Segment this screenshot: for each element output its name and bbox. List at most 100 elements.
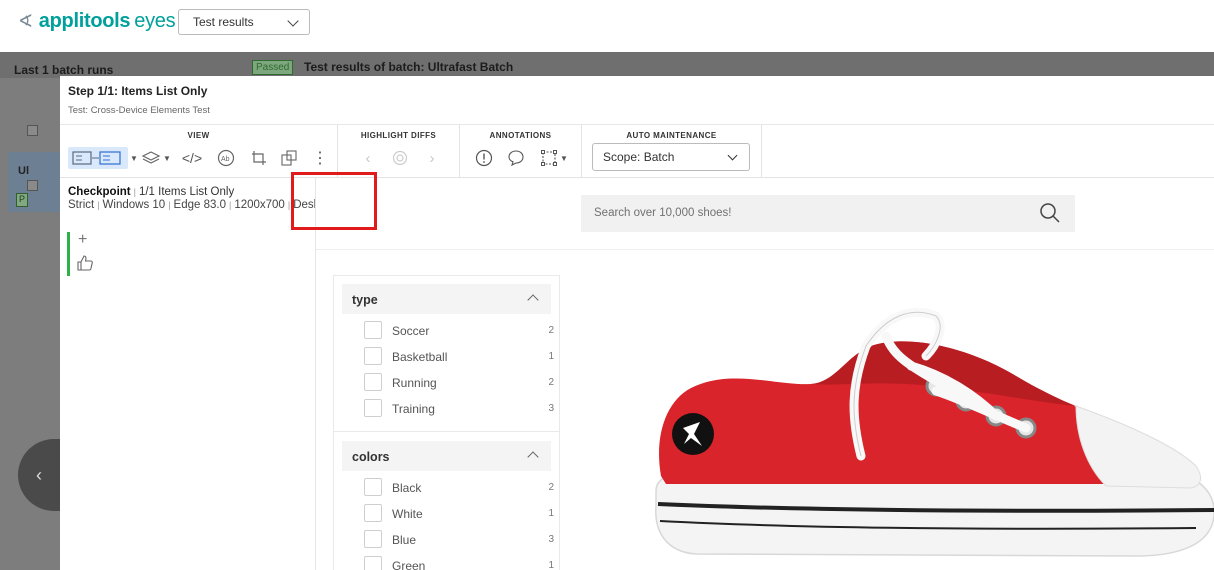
caret-down-icon: ▼ xyxy=(560,153,568,163)
caret-down-icon: ▼ xyxy=(130,153,138,163)
filter-checkbox xyxy=(364,321,382,339)
filter-option: Basketball 1 xyxy=(364,347,554,367)
view-select[interactable]: Test results xyxy=(178,9,310,35)
filter-option-count: 2 xyxy=(548,377,554,388)
crop-button[interactable] xyxy=(246,147,272,169)
divider xyxy=(316,249,1214,250)
thumbs-up-icon[interactable] xyxy=(76,254,94,272)
checkpoint-name: 1/1 Items List Only xyxy=(138,186,235,198)
status-badge: Passed xyxy=(252,60,294,75)
chevron-right-icon: › xyxy=(429,149,435,167)
match-level: Strict xyxy=(68,199,95,211)
target-icon xyxy=(392,150,408,166)
filter-checkbox xyxy=(364,530,382,548)
filter-option-label: Running xyxy=(392,376,437,390)
step-panel: Step 1/1: Items List Only Test: Cross-De… xyxy=(60,76,1214,570)
scope-select-value: Scope: Batch xyxy=(603,150,675,164)
region-tool-button[interactable]: ▼ xyxy=(534,147,574,169)
highlight-diffs-label: HIGHLIGHT DIFFS xyxy=(360,131,437,140)
filter-option-label: Black xyxy=(392,481,422,495)
annotations-label: ANNOTATIONS xyxy=(489,131,552,140)
batch-row-label: Ul xyxy=(18,165,29,177)
checkpoint-screenshot[interactable]: Search over 10,000 shoes! type Soccer 2 B… xyxy=(315,178,1214,570)
caret-down-icon: ▼ xyxy=(163,153,171,163)
filter-option-label: Blue xyxy=(392,533,417,547)
filter-option-count: 1 xyxy=(548,508,554,519)
browser-name: Edge 83.0 xyxy=(173,199,226,211)
layers-icon xyxy=(141,151,161,164)
viewport-size: 1200x700 xyxy=(234,199,285,211)
filter-divider xyxy=(334,431,559,432)
filter-option-label: Soccer xyxy=(392,324,430,338)
filter-option-count: 3 xyxy=(548,403,554,414)
copy-region-button[interactable] xyxy=(276,147,302,169)
toolbar: VIEW ▼ ▼ </> Ab ⋮ HIGHLIGHT DIFFS ‹ › AN… xyxy=(60,124,1214,178)
test-name: Test: Cross-Device Elements Test xyxy=(68,105,210,116)
crop-icon xyxy=(252,151,266,165)
view-group-label: VIEW xyxy=(187,131,210,140)
filter-section-title: colors xyxy=(352,450,390,464)
filter-option: Soccer 2 xyxy=(364,321,554,341)
exclamation-circle-icon xyxy=(475,149,493,167)
filter-option: Black 2 xyxy=(364,478,554,498)
background-header xyxy=(0,52,1214,78)
view-mode-dropdown[interactable]: ▼ xyxy=(128,147,138,169)
chevron-down-icon xyxy=(287,15,299,27)
search-placeholder: Search over 10,000 shoes! xyxy=(594,207,732,219)
add-issue-button[interactable] xyxy=(472,147,496,169)
top-bar: ∢ applitools eyes Test results xyxy=(0,0,1214,44)
search-icon xyxy=(1040,203,1060,223)
add-vote-button[interactable]: + xyxy=(78,231,87,249)
applitools-logo[interactable]: ∢ applitools eyes xyxy=(18,10,176,33)
filter-section-type: type xyxy=(342,284,551,314)
chevron-up-icon xyxy=(527,294,539,306)
shoe-search-box: Search over 10,000 shoes! xyxy=(581,195,1075,232)
filter-option-label: Green xyxy=(392,559,426,570)
previous-diff-button[interactable]: ‹ xyxy=(358,147,378,169)
filter-option-label: Training xyxy=(392,402,435,416)
select-all-checkbox[interactable] xyxy=(27,125,38,136)
layers-button[interactable]: ▼ xyxy=(140,147,172,169)
filter-option: Training 3 xyxy=(364,399,554,419)
filter-option-count: 2 xyxy=(548,325,554,336)
more-options-button[interactable]: ⋮ xyxy=(310,147,330,169)
os-name: Windows 10 xyxy=(102,199,166,211)
highlight-diffs-button[interactable] xyxy=(388,147,412,169)
filter-checkbox xyxy=(364,373,382,391)
logo-text-light: eyes xyxy=(134,10,176,32)
batch-runs-title: Last 1 batch runs xyxy=(14,63,114,77)
filter-checkbox xyxy=(364,556,382,570)
filter-checkbox xyxy=(364,399,382,417)
scope-select[interactable]: Scope: Batch xyxy=(592,143,750,171)
highlight-diffs-group: HIGHLIGHT DIFFS ‹ › xyxy=(338,125,460,178)
filter-checkbox xyxy=(364,478,382,496)
more-vertical-icon: ⋮ xyxy=(312,150,328,167)
side-by-side-icon xyxy=(72,151,121,165)
filter-checkbox xyxy=(364,504,382,522)
code-view-button[interactable]: </> xyxy=(178,147,206,169)
filter-option: Green 1 xyxy=(364,556,554,570)
checkpoint-details: Strict|Windows 10|Edge 83.0|1200x700|Des… xyxy=(68,199,335,211)
filter-option: Blue 3 xyxy=(364,530,554,550)
filter-option: Running 2 xyxy=(364,373,554,393)
region-select-icon xyxy=(541,150,558,166)
chevron-up-icon xyxy=(527,451,539,463)
text-compare-icon: Ab xyxy=(217,149,235,167)
filter-option-count: 1 xyxy=(548,351,554,362)
filter-option-count: 1 xyxy=(548,560,554,570)
previous-arrow-button[interactable]: ‹ xyxy=(18,439,60,511)
text-compare-button[interactable]: Ab xyxy=(212,147,240,169)
side-by-side-view-button[interactable] xyxy=(68,147,128,169)
filter-section-colors: colors xyxy=(342,441,551,471)
annotations-group: ANNOTATIONS ▼ xyxy=(460,125,582,178)
batch-row-checkbox[interactable] xyxy=(27,180,38,191)
add-remark-button[interactable] xyxy=(504,147,528,169)
batch-row-badge: P xyxy=(16,193,28,207)
filter-option-label: White xyxy=(392,507,423,521)
filter-option-count: 3 xyxy=(548,534,554,545)
chevron-left-icon: ‹ xyxy=(36,464,42,485)
view-select-value: Test results xyxy=(193,15,254,29)
svg-text:Ab: Ab xyxy=(221,156,230,163)
next-diff-button[interactable]: › xyxy=(422,147,442,169)
code-icon: </> xyxy=(181,150,203,166)
